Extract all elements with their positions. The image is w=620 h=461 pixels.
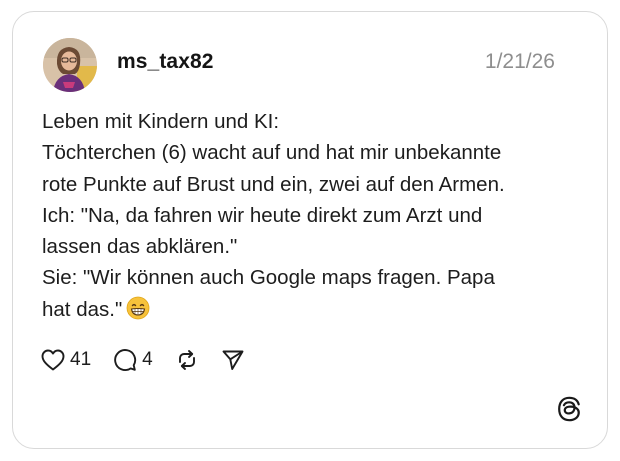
reply-button[interactable]: 4 [113,348,153,372]
send-icon [221,348,245,372]
like-count: 41 [70,349,92,370]
like-button[interactable]: 41 [41,349,91,371]
share-button[interactable] [221,348,245,372]
avatar[interactable] [43,38,97,92]
speech-bubble-icon [113,348,137,372]
post-text-line: Ich: "Na, da fahren wir heute direkt zum… [42,203,483,227]
post-text-line: Töchterchen (6) wacht auf und hat mir un… [42,141,502,165]
post-card: ms_tax82 1/21/26 Leben mit Kindern und K… [12,11,608,449]
reply-count: 4 [142,349,153,370]
post-text: Leben mit Kindern und KI: Töchterchen (6… [42,106,582,329]
action-bar: 41 4 [41,345,267,375]
repost-icon [175,348,199,372]
username[interactable]: ms_tax82 [117,50,214,74]
post-date: 1/21/26 [484,50,555,73]
post-text-line-text: hat das." [42,297,123,321]
post-text-line: lassen das abklären." [42,235,238,259]
post-text-line: rote Punkte auf Brust und ein, zwei auf … [42,172,505,196]
post-text-line: Sie: "Wir können auch Google maps fragen… [42,266,495,290]
heart-icon [41,349,65,371]
post-text-line-last: hat das." [42,294,582,329]
post-text-line: Leben mit Kindern und KI: [42,110,280,133]
grinning-face-emoji-icon [126,296,150,329]
threads-logo-icon[interactable] [556,396,582,422]
repost-button[interactable] [175,348,199,372]
